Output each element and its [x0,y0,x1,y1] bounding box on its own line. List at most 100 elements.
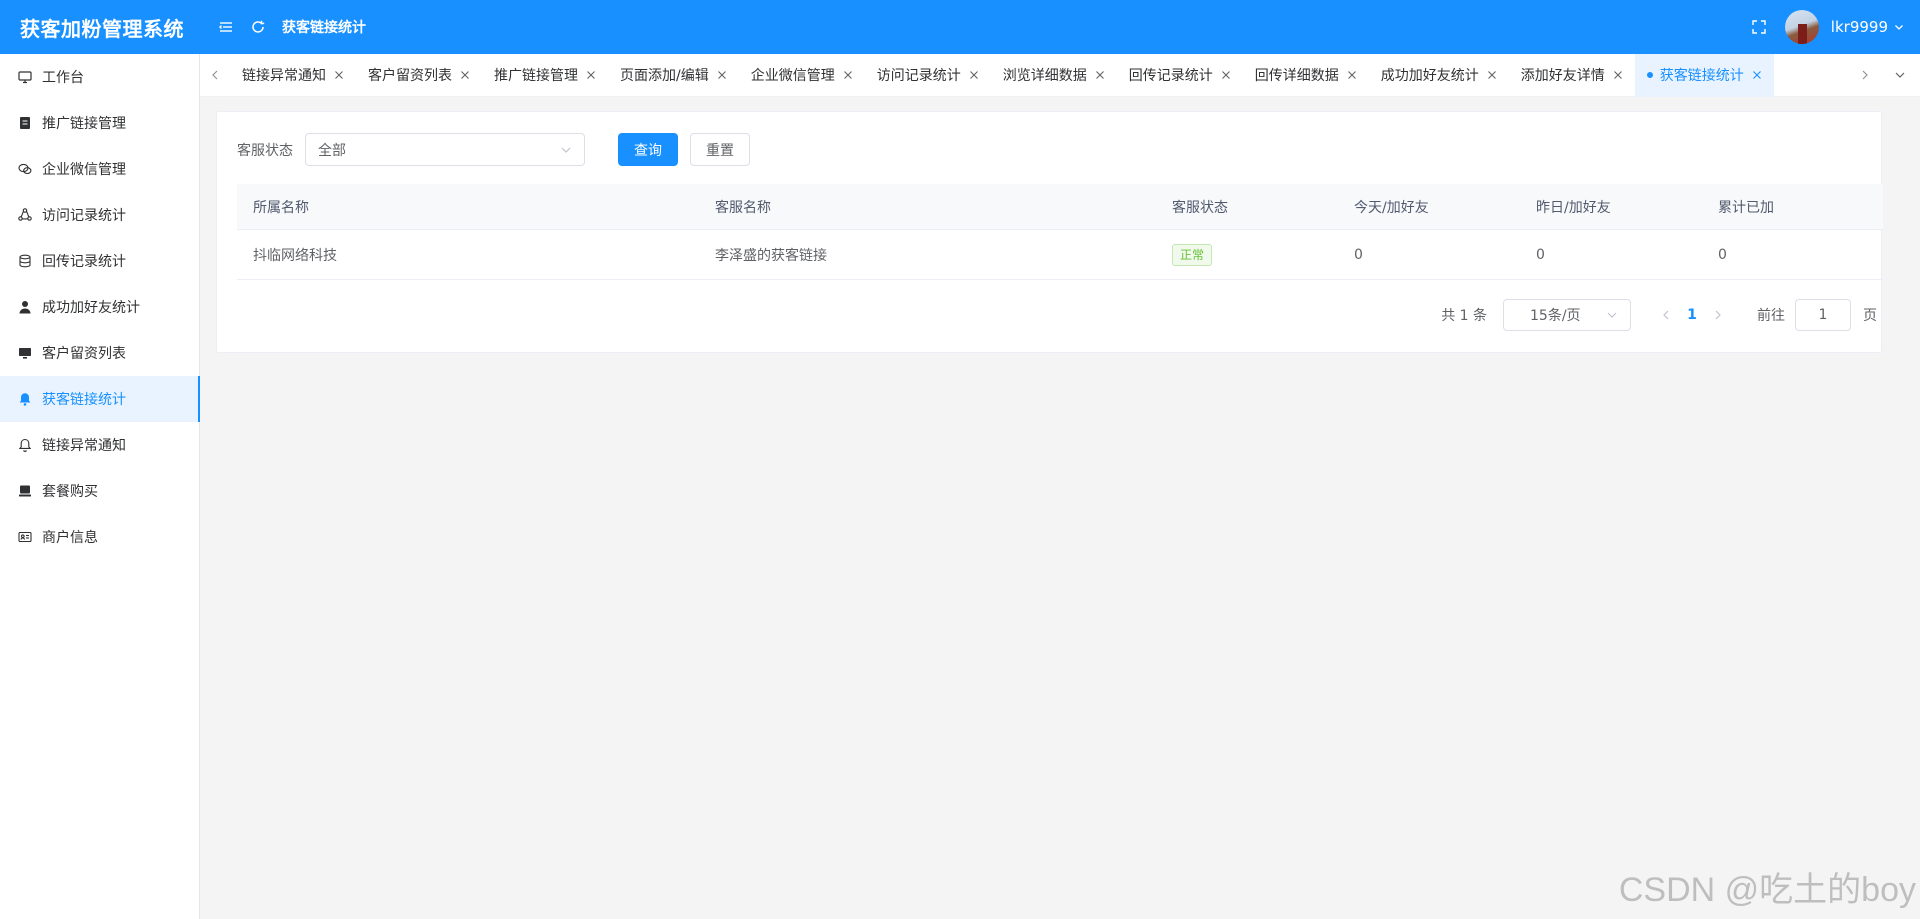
hamburger-icon[interactable] [214,15,238,39]
tabs-menu-chevron-down-icon[interactable] [1880,54,1920,97]
active-dot [1646,72,1653,78]
sidebar-item-label: 链接异常通知 [42,438,126,454]
screen-icon [18,346,32,360]
column-header: 所属名称 [253,199,309,216]
tab-leads[interactable]: 客户留资列表 [356,54,482,97]
app-title: 获客加粉管理系统 [20,16,184,41]
cell-status: 正常 [1156,243,1338,266]
username[interactable]: lkr9999 [1831,18,1888,36]
tab-acquire-stats[interactable]: 获客链接统计 [1634,53,1774,97]
close-icon[interactable] [334,70,344,80]
close-icon[interactable] [1221,70,1231,80]
filter-form: 客服状态 全部 查询 重置 [237,133,750,166]
cell-yesterday: 0 [1536,246,1545,263]
sidebar-item-friend-stats[interactable]: 成功加好友统计 [0,284,199,330]
close-icon[interactable] [1487,70,1497,80]
sidebar: 工作台 推广链接管理 企业微信管理 访问记录统计 回传记录统计 成功加好友统计 … [0,54,200,919]
sidebar-item-label: 商户信息 [42,530,98,546]
tabs-scroll-right-icon[interactable] [1850,54,1880,97]
close-icon[interactable] [1752,70,1762,80]
content-card: 客服状态 全部 查询 重置 所属名称 客服名称 客服状态 今天/加好友 昨日/加… [216,111,1883,353]
monitor-icon [18,70,32,84]
prev-page-icon[interactable] [1655,310,1677,320]
top-header: 获客加粉管理系统 获客链接统计 lkr9999 [0,0,1920,54]
close-icon[interactable] [843,70,853,80]
tab-callback-detail[interactable]: 回传详细数据 [1243,54,1369,97]
tab-label: 页面添加/编辑 [620,68,709,84]
column-header: 累计已加 [1718,199,1774,216]
tab-browse-detail[interactable]: 浏览详细数据 [991,54,1117,97]
next-page-icon[interactable] [1707,310,1729,320]
sidebar-item-link-alerts[interactable]: 链接异常通知 [0,422,199,468]
close-icon[interactable] [1347,70,1357,80]
sidebar-item-merchant[interactable]: 商户信息 [0,514,199,560]
chevron-down-icon [1607,312,1617,318]
avatar[interactable] [1784,10,1819,44]
tab-friend-detail[interactable]: 添加好友详情 [1509,54,1635,97]
column-header: 今天/加好友 [1354,199,1429,216]
query-button[interactable]: 查询 [618,133,678,166]
sidebar-item-label: 企业微信管理 [42,162,126,178]
service-status-select[interactable]: 全部 [305,133,585,166]
tabs-bar: 链接异常通知 客户留资列表 推广链接管理 页面添加/编辑 企业微信管理 访问记录… [200,53,1920,97]
close-icon[interactable] [460,70,470,80]
cell-total: 0 [1718,246,1727,263]
column-header: 客服状态 [1172,199,1228,216]
page-unit-label: 页 [1863,308,1877,324]
tab-label: 浏览详细数据 [1002,68,1087,84]
tab-link-alerts[interactable]: 链接异常通知 [230,54,356,97]
breadcrumb: 获客链接统计 [282,20,366,36]
sidebar-item-promo-links[interactable]: 推广链接管理 [0,100,199,146]
fullscreen-icon[interactable] [1747,15,1771,39]
tab-wecom[interactable]: 企业微信管理 [739,54,865,97]
table-header: 所属名称 客服名称 客服状态 今天/加好友 昨日/加好友 累计已加 [237,184,1883,230]
tab-label: 添加好友详情 [1520,68,1605,84]
sidebar-item-workbench[interactable]: 工作台 [0,54,199,100]
tab-label: 客户留资列表 [368,68,452,84]
wechat-icon [18,162,32,176]
sidebar-item-leads[interactable]: 客户留资列表 [0,330,199,376]
close-icon[interactable] [969,70,979,80]
reset-button[interactable]: 重置 [690,133,750,166]
page-jump-input[interactable] [1795,299,1851,331]
tabs: 链接异常通知 客户留资列表 推广链接管理 页面添加/编辑 企业微信管理 访问记录… [230,53,1850,97]
column-header: 客服名称 [715,199,771,216]
service-status-label: 客服状态 [237,142,293,159]
tab-label: 推广链接管理 [494,68,578,84]
pagination-total: 共 1 条 [1441,308,1487,324]
tab-page-edit[interactable]: 页面添加/编辑 [608,54,739,97]
tab-label: 获客链接统计 [1659,68,1744,84]
column-header: 昨日/加好友 [1536,199,1611,216]
tab-label: 链接异常通知 [242,68,326,84]
sidebar-item-package[interactable]: 套餐购买 [0,468,199,514]
tab-label: 企业微信管理 [750,68,835,84]
tab-promo-links[interactable]: 推广链接管理 [482,54,608,97]
tab-friend-stats[interactable]: 成功加好友统计 [1369,54,1509,97]
document-icon [18,116,32,130]
page-size-select[interactable]: 15条/页 [1503,299,1631,331]
close-icon[interactable] [1095,70,1105,80]
tab-callback-stats[interactable]: 回传记录统计 [1117,54,1243,97]
sidebar-item-label: 客户留资列表 [42,346,126,362]
table-row[interactable]: 抖临网络科技 李泽盛的获客链接 正常 0 0 0 [237,230,1883,280]
sidebar-item-label: 成功加好友统计 [42,300,140,316]
page-number[interactable]: 1 [1677,307,1707,323]
tab-visit-stats[interactable]: 访问记录统计 [865,54,991,97]
sidebar-item-label: 套餐购买 [42,484,98,500]
close-icon[interactable] [717,70,727,80]
tab-label: 成功加好友统计 [1380,68,1479,84]
close-icon[interactable] [1613,70,1623,80]
sidebar-item-wecom[interactable]: 企业微信管理 [0,146,199,192]
sidebar-item-callback-stats[interactable]: 回传记录统计 [0,238,199,284]
page-size-value: 15条/页 [1530,308,1581,324]
sidebar-item-visit-stats[interactable]: 访问记录统计 [0,192,199,238]
tab-label: 回传记录统计 [1128,68,1213,84]
chevron-down-icon[interactable] [1894,22,1904,32]
cell-company: 抖临网络科技 [253,247,337,264]
close-icon[interactable] [586,70,596,80]
user-icon [18,300,32,314]
bell-icon [18,438,32,452]
tabs-scroll-left-icon[interactable] [200,54,230,97]
refresh-icon[interactable] [246,15,270,39]
sidebar-item-acquire-stats[interactable]: 获客链接统计 [0,376,200,422]
